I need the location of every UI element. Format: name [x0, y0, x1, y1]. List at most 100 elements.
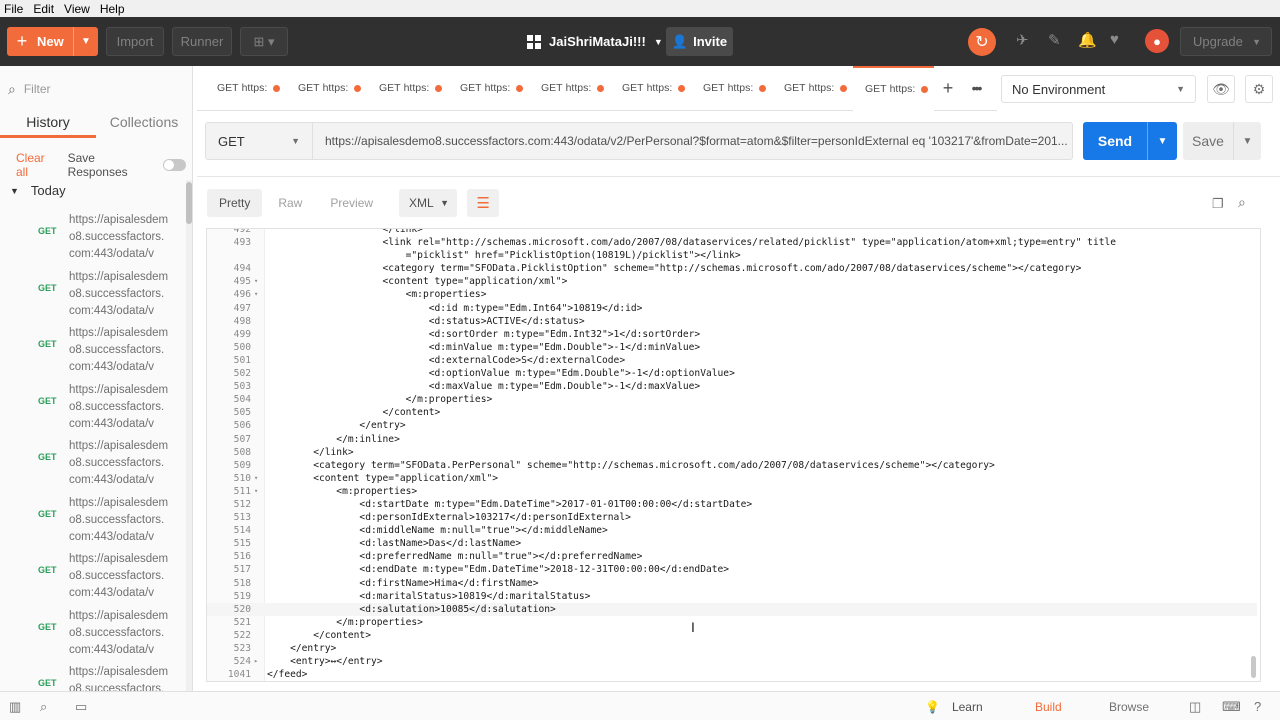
sidebar-scrollbar[interactable] — [186, 180, 192, 691]
url-input[interactable]: https://apisalesdemo8.successfactors.com… — [313, 122, 1073, 160]
unsaved-dot-icon — [597, 84, 605, 92]
request-tab[interactable]: GET https: — [610, 66, 691, 111]
invite-button[interactable]: 👤 Invite — [666, 27, 733, 56]
list-item[interactable]: GET https://apisalesdemo8.successfactors.… — [0, 319, 186, 376]
heart-icon[interactable]: ♥ — [1110, 31, 1119, 48]
wrench-icon[interactable]: ✎ — [1048, 31, 1061, 49]
menu-edit[interactable]: Edit — [29, 2, 60, 16]
learn-button[interactable]: 💡 Learn — [925, 700, 983, 714]
tab-raw[interactable]: Raw — [266, 189, 314, 217]
workspace-selector[interactable]: JaiShriMataJi!!! ▼ — [527, 27, 663, 56]
build-tab[interactable]: Build — [1035, 700, 1062, 714]
wrap-lines-button[interactable]: ☰ — [467, 189, 500, 217]
sync-icon[interactable]: ↻ — [968, 28, 996, 56]
help-icon[interactable]: ? — [1254, 699, 1261, 714]
gear-icon: ⚙ — [1252, 80, 1266, 97]
history-item-url: https://apisalesdemo8.successfactors.com… — [69, 666, 169, 691]
tab-history[interactable]: History — [0, 110, 96, 138]
list-item[interactable]: GET https://apisalesdemo8.successfactors.… — [0, 489, 186, 546]
request-tab-method: GET — [703, 82, 725, 94]
code-text: </content> — [267, 629, 371, 641]
pane-divider[interactable] — [197, 176, 1280, 177]
editor-scrollbar[interactable] — [1250, 228, 1257, 682]
save-button[interactable]: Save ▼ — [1183, 122, 1261, 160]
menu-file[interactable]: File — [0, 2, 29, 16]
request-tab[interactable]: GET https: — [529, 66, 610, 111]
line-number: 497 — [233, 302, 251, 314]
list-item[interactable]: GET https://apisalesdemo8.successfactors.… — [0, 545, 186, 602]
manage-environments-button[interactable]: ⚙ — [1245, 75, 1273, 103]
line-number: 524 — [233, 656, 251, 668]
code-line: 507 </m:inline> — [207, 433, 1257, 446]
upgrade-button[interactable]: Upgrade ▼ — [1180, 27, 1272, 56]
new-dropdown-chevron-icon[interactable]: ▼ — [73, 27, 98, 56]
line-number: 496 — [233, 289, 251, 301]
send-button[interactable]: Send ▼ — [1083, 122, 1177, 160]
request-tab[interactable]: GET https: — [367, 66, 448, 111]
filter-input[interactable]: ⌕ Filter — [8, 76, 186, 102]
add-user-icon: 👤 — [671, 33, 689, 49]
fold-toggle-icon[interactable]: ▸ — [254, 655, 262, 668]
request-tab-method: GET — [784, 82, 806, 94]
fold-toggle-icon[interactable]: ▾ — [254, 472, 262, 485]
environment-quick-look-button[interactable]: 👁 — [1207, 75, 1235, 103]
list-item[interactable]: GET https://apisalesdemo8.successfactors.… — [0, 376, 186, 433]
tab-preview[interactable]: Preview — [318, 189, 385, 217]
request-tab[interactable]: GET https: — [691, 66, 772, 111]
send-dropdown-chevron-icon[interactable]: ▼ — [1147, 122, 1177, 160]
history-group-header[interactable]: ▼ Today — [10, 183, 66, 198]
request-tab[interactable]: GET https: — [772, 66, 853, 111]
console-icon[interactable]: ▭ — [75, 699, 87, 715]
import-button[interactable]: Import — [106, 27, 164, 56]
more-tabs-icon[interactable]: ••• — [962, 80, 990, 96]
satellite-icon[interactable]: ✈ — [1016, 31, 1029, 49]
environment-select[interactable]: No Environment ▼ — [1001, 75, 1196, 103]
request-tab[interactable]: GET https: — [853, 65, 934, 111]
history-item-method: GET — [38, 339, 57, 349]
browse-tab[interactable]: Browse — [1109, 700, 1149, 714]
request-tab[interactable]: GET https: — [448, 66, 529, 111]
new-window-button[interactable]: ⊞ ▾ — [240, 27, 288, 56]
find-icon[interactable]: ⌕ — [40, 699, 47, 715]
add-tab-button[interactable]: + — [934, 78, 962, 99]
copy-icon[interactable]: ❐ — [1212, 196, 1224, 212]
line-number: 520 — [233, 603, 251, 615]
new-button[interactable]: + New ▼ — [7, 27, 98, 56]
avatar[interactable]: ● — [1145, 29, 1169, 53]
list-item[interactable]: GET https://apisalesdemo8.successfactors.… — [0, 432, 186, 489]
list-item[interactable]: GET https://apisalesdemo8.successfactors.… — [0, 263, 186, 320]
bell-icon[interactable]: 🔔 — [1078, 31, 1097, 49]
keyboard-shortcuts-icon[interactable]: ⌨ — [1222, 699, 1241, 715]
request-tab-url: https: — [565, 82, 592, 94]
code-line: 500 <d:minValue m:type="Edm.Double">-1</… — [207, 341, 1257, 354]
request-tab[interactable]: GET https: — [286, 66, 367, 111]
menu-view[interactable]: View — [60, 2, 96, 16]
list-item[interactable]: GET https://apisalesdemo8.successfactors.… — [0, 206, 186, 263]
line-number: 511 — [233, 485, 251, 497]
two-pane-view-icon[interactable]: ◫ — [1189, 699, 1201, 715]
method-select[interactable]: GET ▼ — [205, 122, 313, 160]
fold-toggle-icon[interactable]: ▾ — [254, 485, 262, 498]
toggle-sidebar-icon[interactable]: ▥ — [9, 699, 21, 715]
search-icon[interactable]: ⌕ — [1238, 194, 1246, 211]
list-item[interactable]: GET https://apisalesdemo8.successfactors.… — [0, 658, 186, 691]
tab-collections[interactable]: Collections — [96, 110, 192, 138]
save-responses-toggle[interactable] — [163, 159, 186, 171]
sidebar-tabs: History Collections — [0, 110, 193, 138]
format-select[interactable]: XML ▼ — [399, 189, 458, 217]
tab-pretty[interactable]: Pretty — [207, 189, 263, 217]
list-item[interactable]: GET https://apisalesdemo8.successfactors.… — [0, 602, 186, 659]
line-number: 517 — [233, 564, 251, 576]
request-tab[interactable]: GET https: — [205, 66, 286, 111]
history-controls: Clear all Save Responses — [16, 151, 186, 179]
clear-all-link[interactable]: Clear all — [16, 151, 58, 179]
response-body-editor[interactable]: 492 </link> 493 <link rel="http://schemas… — [206, 228, 1261, 682]
fold-toggle-icon[interactable]: ▾ — [254, 288, 262, 301]
code-line: 1041 </feed> — [207, 668, 1257, 681]
filter-placeholder: Filter — [23, 82, 51, 96]
runner-button[interactable]: Runner — [172, 27, 232, 56]
fold-toggle-icon[interactable]: ▾ — [254, 275, 262, 288]
save-dropdown-chevron-icon[interactable]: ▼ — [1233, 122, 1261, 160]
menu-help[interactable]: Help — [96, 2, 131, 16]
code-line: 513 <d:personIdExternal>103217</d:person… — [207, 511, 1257, 524]
